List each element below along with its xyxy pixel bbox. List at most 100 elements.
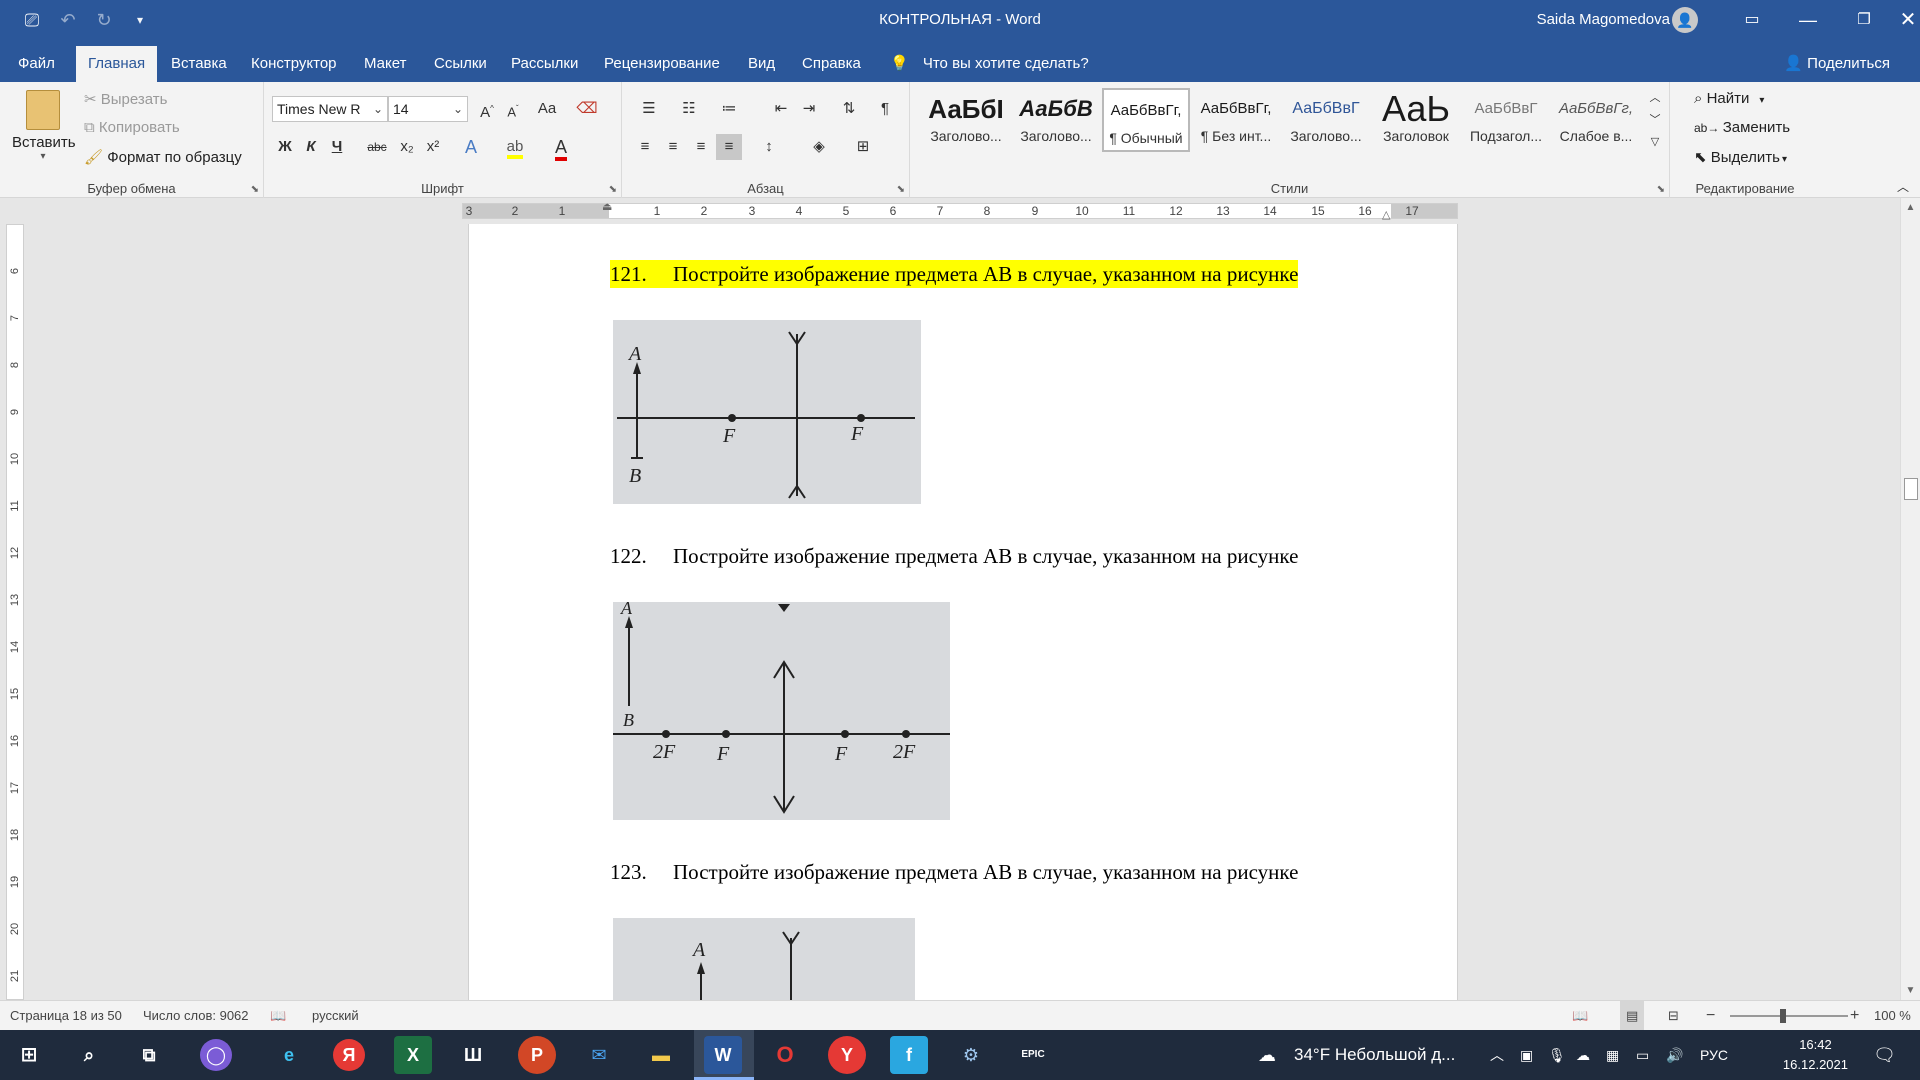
language-indicator[interactable]: русский — [312, 1001, 359, 1031]
bullets-icon[interactable]: ☰ — [636, 96, 662, 122]
word-icon[interactable]: W — [704, 1036, 742, 1074]
page-indicator[interactable]: Страница 18 из 50 — [10, 1001, 122, 1031]
line-spacing-icon[interactable]: ↕ — [756, 134, 782, 160]
alice-assistant-icon[interactable]: ◯ — [200, 1039, 232, 1071]
vertical-ruler[interactable]: 6 7 8 9 10 11 12 13 14 15 16 17 18 19 20… — [6, 224, 24, 1000]
proofing-icon[interactable]: 📖 — [270, 1001, 286, 1031]
tell-me-box[interactable]: 💡 Что вы хотите сделать? — [890, 46, 1089, 82]
select-button[interactable]: ⬉ Выделить ▾ — [1694, 148, 1787, 166]
search-icon[interactable]: ⌕ — [70, 1036, 108, 1074]
tab-references[interactable]: Ссылки — [422, 46, 499, 82]
tab-design[interactable]: Конструктор — [239, 46, 349, 82]
document-page[interactable]: 121. Постройте изображение предмета АВ в … — [468, 224, 1458, 1000]
styles-more-icon[interactable]: ▽ — [1642, 132, 1668, 152]
justify-icon[interactable]: ≡ — [716, 134, 742, 160]
windows-start-icon[interactable]: ⊞ — [10, 1036, 48, 1074]
dialog-launcher-icon[interactable]: ⬊ — [897, 184, 905, 195]
zoom-in-icon[interactable]: + — [1850, 1001, 1859, 1031]
strikethrough-button[interactable]: abc — [364, 134, 390, 160]
powerpoint-icon[interactable]: P — [518, 1036, 556, 1074]
document-canvas[interactable]: 121. Постройте изображение предмета АВ в … — [28, 224, 1900, 1000]
clear-format-icon[interactable]: ⌫ — [574, 96, 600, 122]
system-clock[interactable]: 16:42 16.12.2021 — [1783, 1035, 1848, 1075]
notifications-icon[interactable]: 🗨 — [1873, 1030, 1896, 1080]
vertical-scrollbar[interactable]: ▲ ▼ — [1900, 198, 1920, 1000]
network-icon[interactable]: ▭ — [1636, 1030, 1649, 1080]
figure-diverging-lens[interactable]: A B F F — [613, 320, 921, 504]
app-icon[interactable]: Ш — [454, 1036, 492, 1074]
style-heading-2[interactable]: АаБбВ Заголово... — [1012, 88, 1100, 152]
style-heading-1[interactable]: АаБбI Заголово... — [922, 88, 1010, 152]
task-view-icon[interactable]: ⧉ — [130, 1036, 168, 1074]
user-avatar-icon[interactable]: 👤 — [1672, 7, 1698, 33]
replace-button[interactable]: ab→ Заменить — [1694, 119, 1790, 136]
horizontal-ruler[interactable]: 3 2 1 1 2 3 4 5 6 7 8 9 10 11 12 13 14 1… — [0, 198, 1920, 224]
weather-widget[interactable]: 34°F Небольшой д... — [1294, 1030, 1455, 1080]
tab-mailings[interactable]: Рассылки — [499, 46, 590, 82]
tray-app-icon[interactable]: ▣ — [1520, 1030, 1533, 1080]
input-language[interactable]: РУС — [1700, 1030, 1728, 1080]
share-button[interactable]: 👤 Поделиться — [1784, 46, 1890, 82]
text-effects-icon[interactable]: A — [458, 134, 484, 160]
autosave-icon[interactable]: ⎚ — [14, 10, 50, 31]
tab-home[interactable]: Главная — [76, 46, 158, 82]
task-123-paragraph[interactable]: 123. Постройте изображение предмета АВ в … — [610, 858, 1298, 886]
file-explorer-icon[interactable]: ▬ — [642, 1036, 680, 1074]
scroll-down-icon[interactable]: ▼ — [1901, 985, 1920, 996]
tab-file[interactable]: Файл — [6, 46, 67, 82]
style-normal[interactable]: АаБбВвГг, ¶ Обычный — [1102, 88, 1190, 152]
undo-icon[interactable]: ↶ — [50, 10, 86, 31]
user-name[interactable]: Saida Magomedova — [1537, 0, 1670, 40]
align-center-icon[interactable]: ≡ — [660, 134, 686, 160]
chevron-up-icon[interactable]: ︿ — [1490, 1030, 1504, 1080]
font-color-icon[interactable]: A — [548, 134, 574, 161]
tab-view[interactable]: Вид — [736, 46, 787, 82]
font-name-combo[interactable]: Times New R ⌄ — [272, 96, 388, 122]
microphone-icon[interactable]: 🎙 — [1548, 1030, 1566, 1080]
numbering-icon[interactable]: ☷ — [676, 96, 702, 122]
dialog-launcher-icon[interactable]: ⬊ — [251, 184, 259, 195]
shading-icon[interactable]: ◈ — [806, 134, 832, 160]
decrease-indent-icon[interactable]: ⇤ — [768, 96, 794, 122]
format-painter-button[interactable]: 🖌 Формат по образцу — [84, 148, 242, 166]
style-subtle-emphasis[interactable]: АаБбВвГг, Слабое в... — [1552, 88, 1640, 152]
indent-marker-icon[interactable]: ⏏ — [602, 200, 612, 213]
tab-review[interactable]: Рецензирование — [592, 46, 732, 82]
cut-button[interactable]: ✂ Вырезать — [84, 90, 167, 108]
edge-browser-icon[interactable]: e — [270, 1036, 308, 1074]
collapse-ribbon-icon[interactable]: ︿ — [1890, 178, 1916, 196]
grow-font-icon[interactable]: A^ — [474, 96, 500, 122]
scroll-up-icon[interactable]: ▲ — [1901, 202, 1920, 213]
find-button[interactable]: ⌕ Найти ▾ — [1694, 90, 1764, 107]
align-right-icon[interactable]: ≡ — [688, 134, 714, 160]
align-left-icon[interactable]: ≡ — [632, 134, 658, 160]
app-f-icon[interactable]: f — [890, 1036, 928, 1074]
style-no-spacing[interactable]: АаБбВвГг, ¶ Без инт... — [1192, 88, 1280, 152]
opera-icon[interactable]: O — [766, 1036, 804, 1074]
customize-qa-icon[interactable]: ▾ — [122, 13, 158, 27]
sort-icon[interactable]: ⇅ — [836, 96, 862, 122]
weather-icon[interactable]: ☁ — [1258, 1030, 1276, 1080]
dialog-launcher-icon[interactable]: ⬊ — [609, 184, 617, 195]
word-count[interactable]: Число слов: 9062 — [143, 1001, 249, 1031]
task-121-paragraph[interactable]: 121. Постройте изображение предмета АВ в … — [610, 260, 1299, 288]
tab-insert[interactable]: Вставка — [159, 46, 239, 82]
read-mode-icon[interactable]: 📖 — [1572, 1001, 1588, 1031]
minimize-button[interactable]: — — [1780, 0, 1836, 40]
print-layout-icon[interactable]: ▤ — [1620, 1001, 1645, 1031]
figure-converging-lens[interactable]: A B 2F F F 2F — [613, 602, 950, 820]
scroll-thumb[interactable] — [1904, 478, 1918, 500]
yandex-icon[interactable]: Y — [828, 1036, 866, 1074]
chevron-up-icon[interactable]: ︿ — [1642, 88, 1668, 108]
superscript-button[interactable]: x² — [420, 134, 446, 160]
font-size-combo[interactable]: 14 ⌄ — [388, 96, 468, 122]
zoom-slider[interactable] — [1730, 1015, 1848, 1017]
zoom-level[interactable]: 100 % — [1874, 1001, 1911, 1031]
tray-app-icon[interactable]: ▦ — [1606, 1030, 1619, 1080]
paste-button[interactable]: Вставить ▾ — [12, 90, 76, 162]
steam-icon[interactable]: ⚙ — [952, 1036, 990, 1074]
pilcrow-icon[interactable]: ¶ — [872, 96, 898, 122]
redo-icon[interactable]: ↻ — [86, 10, 122, 31]
style-heading-3[interactable]: АаБбВвГ Заголово... — [1282, 88, 1370, 152]
style-subtitle[interactable]: АаБбВвГ Подзагол... — [1462, 88, 1550, 152]
